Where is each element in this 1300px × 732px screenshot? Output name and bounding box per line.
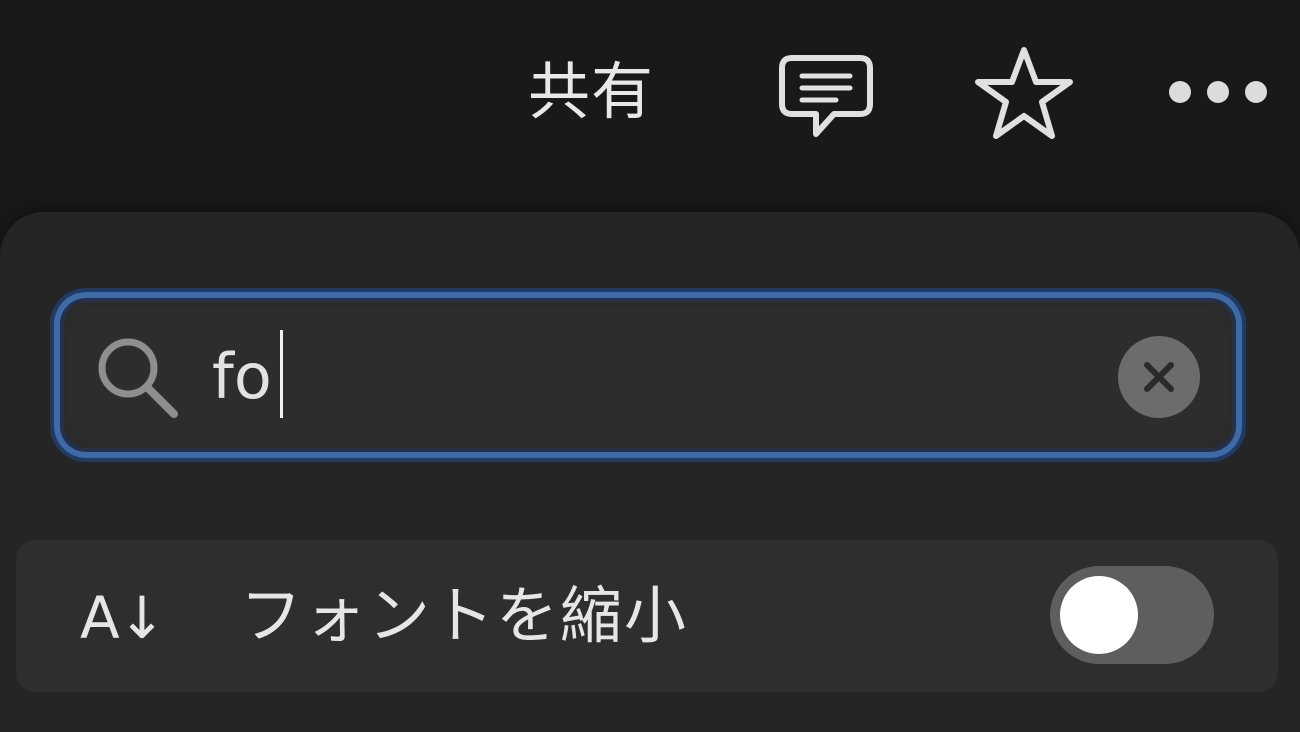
more-icon[interactable] bbox=[1160, 72, 1276, 112]
close-icon bbox=[1144, 362, 1174, 392]
font-size-down-icon: A↓ bbox=[80, 584, 166, 652]
comment-icon[interactable] bbox=[776, 50, 876, 144]
search-icon bbox=[98, 338, 178, 418]
text-caret bbox=[280, 330, 283, 418]
star-icon[interactable] bbox=[972, 44, 1076, 142]
option-label: フォントを縮小 bbox=[240, 579, 689, 652]
shrink-font-toggle[interactable] bbox=[1050, 566, 1214, 664]
clear-search-button[interactable] bbox=[1118, 336, 1200, 418]
search-input[interactable] bbox=[208, 330, 1088, 426]
top-toolbar: 共有 bbox=[0, 0, 1300, 190]
toggle-knob bbox=[1060, 576, 1138, 654]
share-button[interactable]: 共有 bbox=[528, 52, 654, 132]
